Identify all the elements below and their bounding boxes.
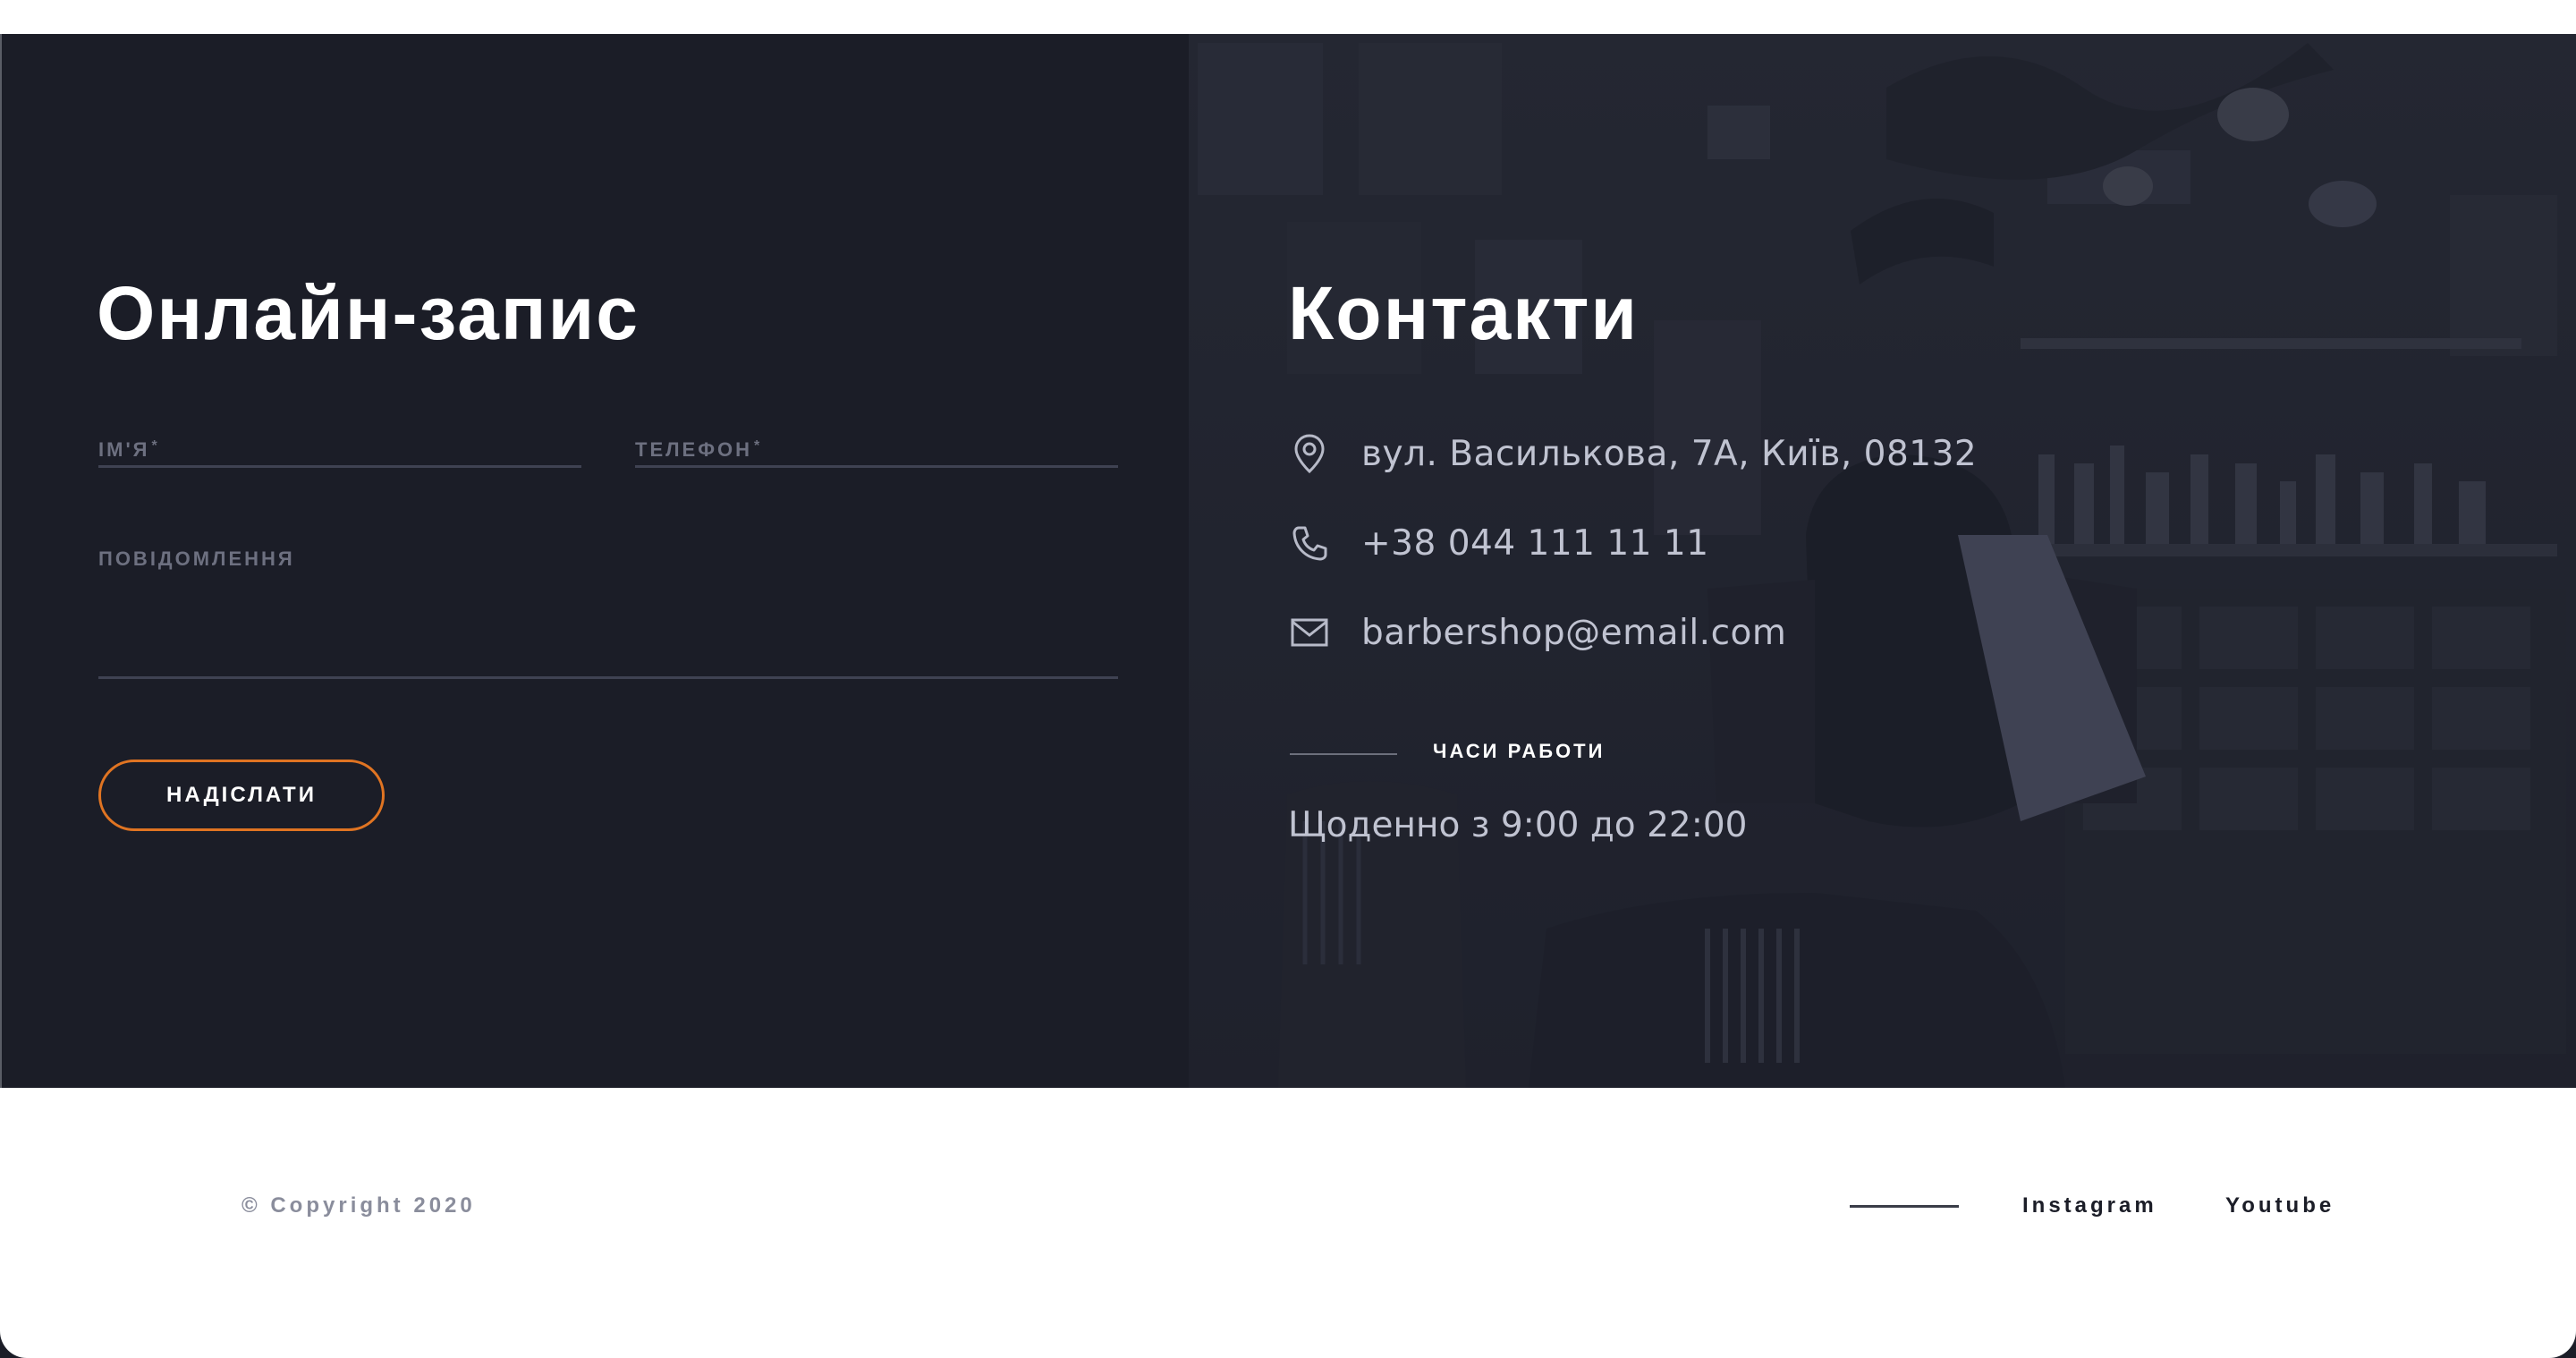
message-input[interactable] [98,589,1122,691]
copyright-text: © Copyright 2020 [242,1193,476,1218]
top-bar [0,0,2576,36]
phone-field-underline [635,465,1118,468]
left-edge-line [0,34,2,1088]
contact-address: вул. Василькова, 7А, Київ, 08132 [1361,433,1978,474]
booking-contacts-section: Онлайн-запис ІМ'Я * ТЕЛЕФОН * ПОВІДОМЛЕННЯ… [0,34,2576,1088]
contacts-title: Контакти [1288,271,1639,355]
youtube-link[interactable]: Youtube [2225,1193,2334,1218]
send-button[interactable]: НАДІСЛАТИ [98,760,385,831]
envelope-icon [1288,611,1331,654]
instagram-link[interactable]: Instagram [2022,1193,2157,1218]
footer: © Copyright 2020 Instagram Youtube [0,1088,2576,1358]
contact-phone[interactable]: +38 044 111 11 11 [1361,523,1709,564]
footer-divider [1850,1205,1959,1208]
hours-value: Щоденно з 9:00 до 22:00 [1288,805,1748,845]
hours-divider [1290,753,1397,755]
location-pin-icon [1288,432,1331,475]
message-field-label: ПОВІДОМЛЕННЯ [98,547,295,570]
contact-email[interactable]: barbershop@email.com [1361,613,1786,653]
booking-title: Онлайн-запис [97,271,640,355]
contact-email-row: barbershop@email.com [1288,606,1786,659]
contact-address-row: вул. Василькова, 7А, Київ, 08132 [1288,427,1977,480]
phone-icon [1288,522,1331,564]
hours-label: ЧАСИ РАБОТИ [1433,740,1606,762]
contact-phone-row: +38 044 111 11 11 [1288,516,1709,570]
message-field-underline [98,676,1118,679]
page: Онлайн-запис ІМ'Я * ТЕЛЕФОН * ПОВІДОМЛЕННЯ… [0,0,2576,1358]
name-field-underline [98,465,581,468]
